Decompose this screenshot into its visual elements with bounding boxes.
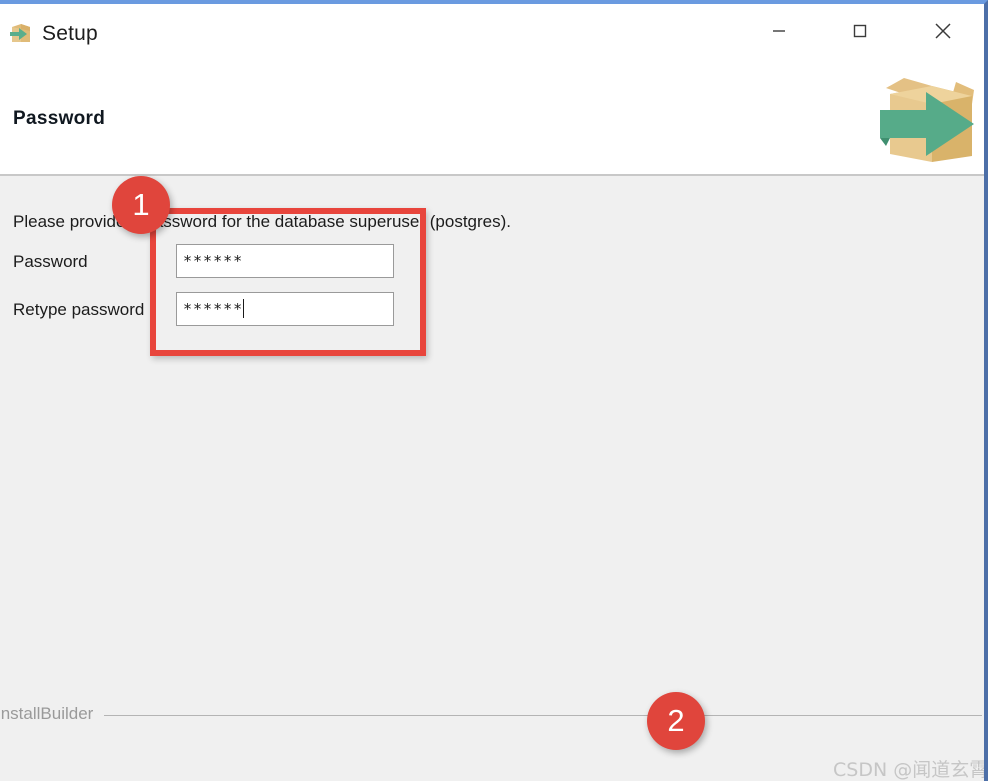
maximize-icon <box>853 24 866 38</box>
instruction-text: Please provide a password for the databa… <box>13 212 511 231</box>
footer-divider <box>104 715 982 716</box>
maximize-button[interactable] <box>829 4 890 58</box>
password-input[interactable]: ****** <box>176 244 394 278</box>
retype-password-value: ****** <box>183 300 244 318</box>
minimize-icon <box>772 30 785 32</box>
title-bar: Setup <box>0 4 984 58</box>
wizard-header: Password <box>0 58 984 176</box>
password-label: Password <box>13 252 88 271</box>
watermark-text: CSDN @闻道玄霄 <box>833 759 988 781</box>
installbuilder-brand: InstallBuilder <box>0 704 94 723</box>
wizard-body: Please provide a password for the databa… <box>0 176 984 781</box>
text-caret <box>243 299 245 318</box>
close-button[interactable] <box>912 4 973 58</box>
page-title: Password <box>13 108 106 129</box>
setup-box-arrow-icon <box>8 20 34 46</box>
close-icon <box>934 23 951 39</box>
setup-window: Setup Password Please provide a password… <box>0 0 988 781</box>
window-title: Setup <box>42 22 98 45</box>
minimize-button[interactable] <box>748 4 809 58</box>
password-value: ****** <box>183 252 244 270</box>
retype-password-label: Retype password <box>13 300 145 319</box>
open-box-green-arrow-icon <box>874 66 984 170</box>
retype-password-input[interactable]: ****** <box>176 292 394 326</box>
